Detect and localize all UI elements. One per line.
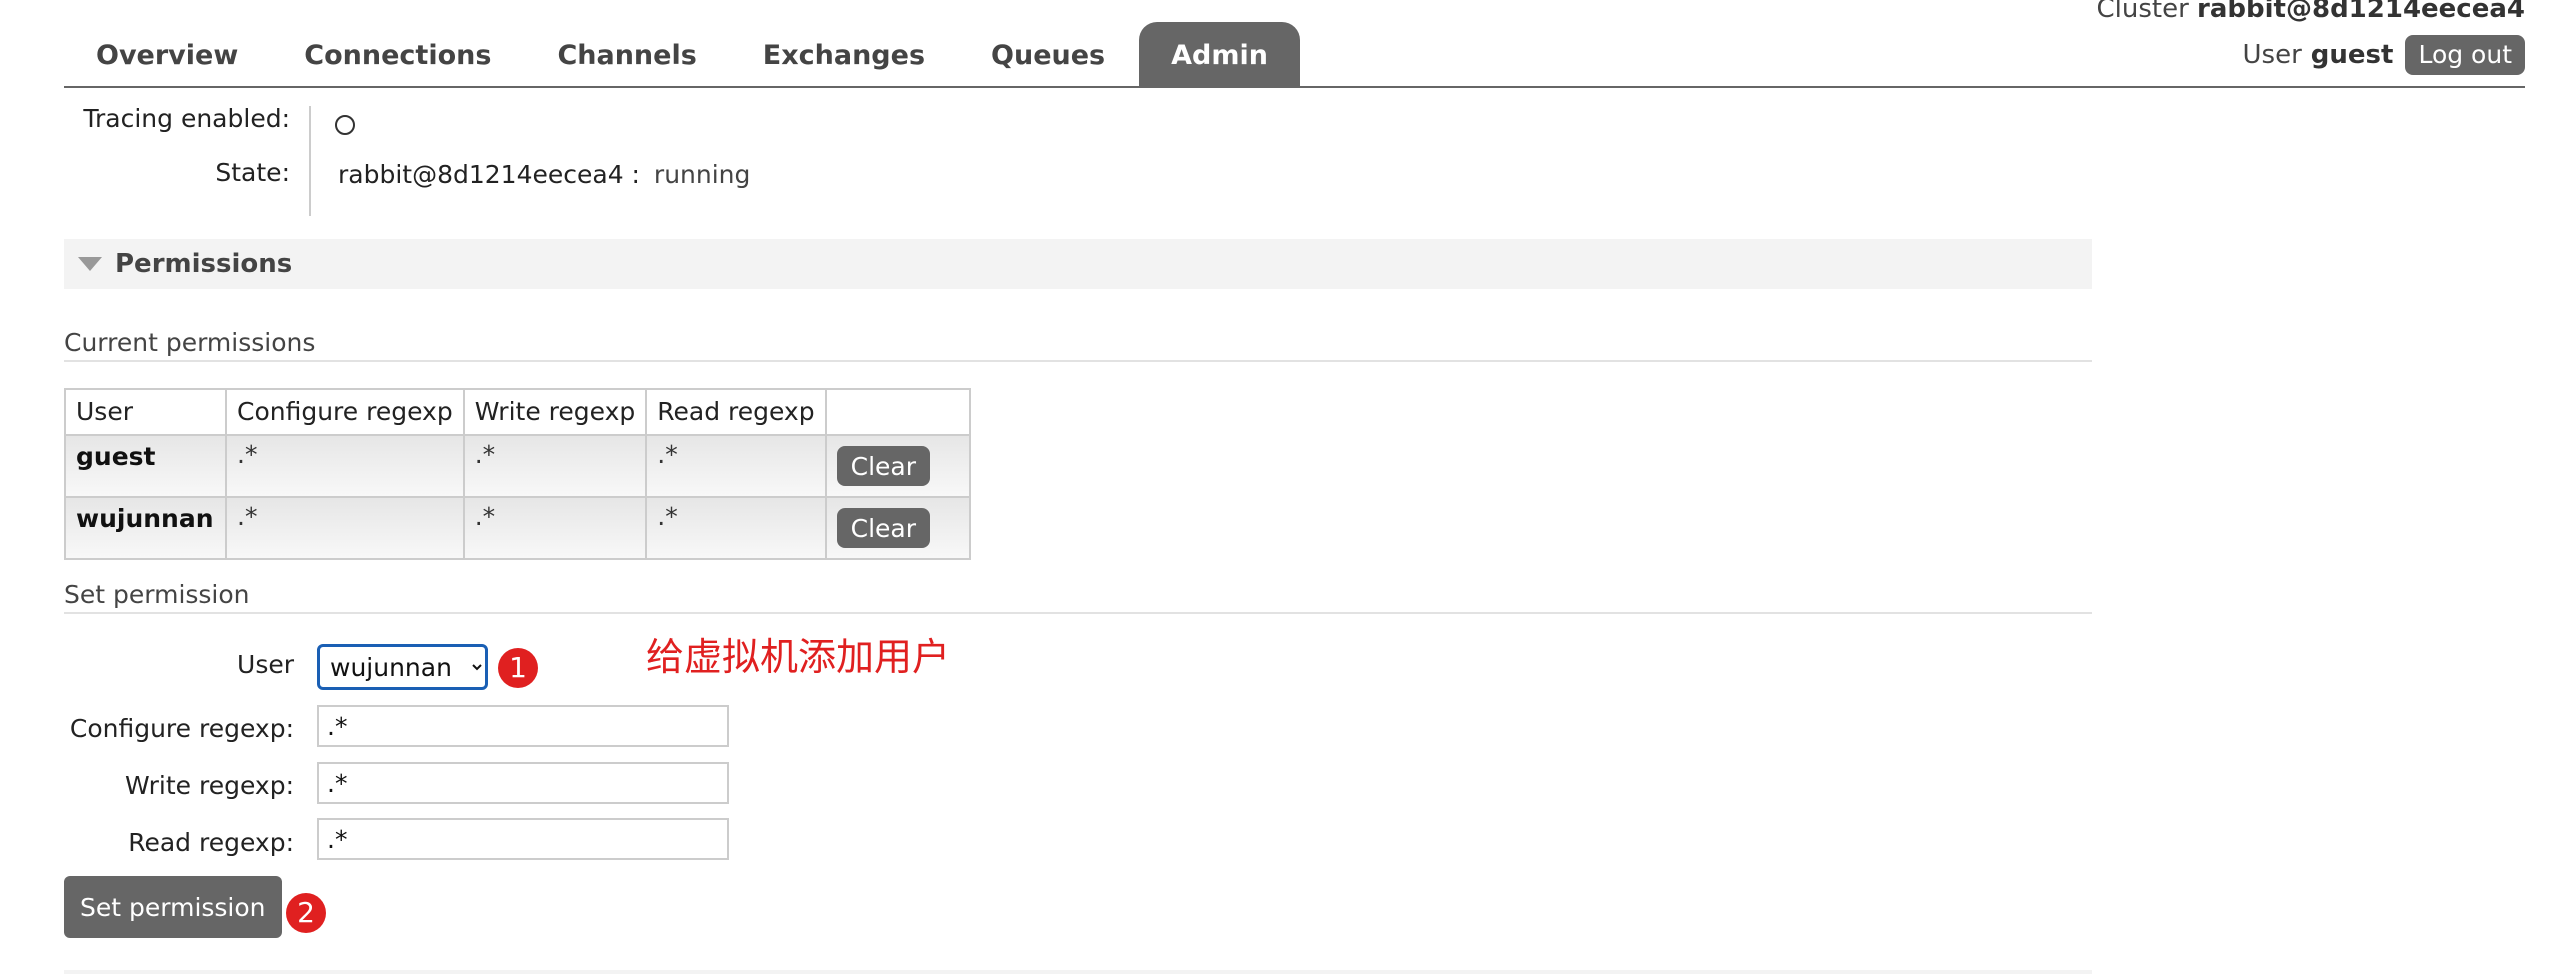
current-permissions-divider (64, 360, 2092, 362)
cluster-name: rabbit@8d1214eecea4 (2197, 0, 2525, 24)
current-permissions-title: Current permissions (64, 328, 316, 357)
annotation-badge-1: 1 (498, 648, 538, 688)
col-user: User (64, 388, 227, 436)
tracing-radio[interactable] (335, 115, 355, 135)
row-user: guest (64, 434, 227, 498)
table-row: guest .* .* .* Clear (64, 434, 971, 498)
row-read: .* (645, 496, 827, 560)
permissions-section-header[interactable]: Permissions (64, 239, 2092, 289)
table-header-row: User Configure regexp Write regexp Read … (64, 388, 971, 436)
write-regexp-label: Write regexp: (125, 771, 294, 800)
row-actions: Clear (824, 434, 971, 498)
state-label: State: (215, 158, 290, 187)
annotation-badge-2: 2 (286, 893, 326, 933)
row-configure: .* (225, 496, 465, 560)
user-select[interactable]: wujunnan (317, 644, 488, 690)
read-regexp-label: Read regexp: (128, 828, 294, 857)
user-info: User guest Log out (2243, 35, 2525, 75)
tab-connections[interactable]: Connections (272, 22, 525, 86)
annotation-note: 给虚拟机添加用户 (646, 635, 951, 679)
state-status: running (653, 160, 751, 189)
user-label: User (2242, 40, 2302, 70)
cluster-info: Cluster rabbit@8d1214eecea4 (2096, 0, 2525, 24)
tab-channels[interactable]: Channels (525, 22, 730, 86)
row-actions: Clear (824, 496, 971, 560)
set-permission-divider (64, 612, 2092, 614)
state-node: rabbit@8d1214eecea4 : (338, 160, 640, 189)
read-regexp-input[interactable] (317, 818, 729, 860)
row-write: .* (462, 434, 648, 498)
set-permission-button[interactable]: Set permission (64, 876, 282, 938)
nav-divider (64, 86, 2525, 88)
row-configure: .* (225, 434, 465, 498)
user-field-label: User (237, 650, 294, 679)
tab-exchanges[interactable]: Exchanges (731, 22, 959, 86)
col-write: Write regexp (462, 388, 648, 436)
clear-permission-button[interactable]: Clear (836, 508, 930, 548)
permissions-title: Permissions (115, 249, 293, 279)
col-actions (824, 388, 971, 436)
collapse-triangle-icon (78, 257, 102, 271)
col-read: Read regexp (645, 388, 827, 436)
configure-regexp-label: Configure regexp: (69, 714, 294, 743)
tracing-label: Tracing enabled: (83, 104, 290, 133)
main-nav: Overview Connections Channels Exchanges … (64, 22, 1300, 86)
set-permission-title: Set permission (64, 580, 250, 609)
permissions-table: User Configure regexp Write regexp Read … (64, 388, 971, 560)
next-section-edge (64, 970, 2092, 974)
row-write: .* (462, 496, 648, 560)
col-configure: Configure regexp (225, 388, 465, 436)
tab-admin[interactable]: Admin (1139, 22, 1300, 86)
row-read: .* (645, 434, 827, 498)
clear-permission-button[interactable]: Clear (836, 446, 930, 486)
tab-overview[interactable]: Overview (64, 22, 272, 86)
info-separator (309, 106, 311, 216)
logout-button[interactable]: Log out (2405, 35, 2525, 75)
tab-queues[interactable]: Queues (959, 22, 1139, 86)
table-row: wujunnan .* .* .* Clear (64, 496, 971, 560)
user-name: guest (2310, 40, 2394, 70)
configure-regexp-input[interactable] (317, 705, 729, 747)
cluster-label: Cluster (2096, 0, 2189, 24)
row-user: wujunnan (64, 496, 227, 560)
write-regexp-input[interactable] (317, 762, 729, 804)
state-value: rabbit@8d1214eecea4 : running (338, 160, 750, 189)
